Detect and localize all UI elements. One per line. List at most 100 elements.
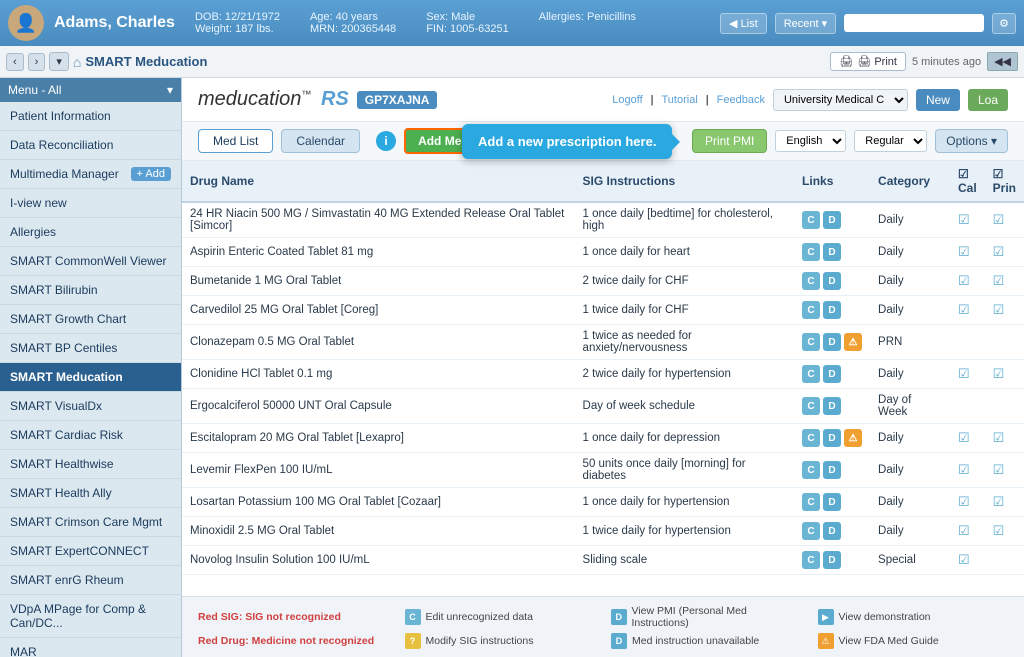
language-select[interactable]: English — [775, 130, 846, 152]
nav-print-btn[interactable]: 🖨 🖨 Print — [830, 52, 906, 71]
sidebar-item-mar[interactable]: MAR — [0, 638, 181, 657]
cal-cell[interactable]: ☑ — [950, 267, 985, 296]
sidebar-item-enrg[interactable]: SMART enrG Rheum — [0, 566, 181, 595]
link-c-icon[interactable]: C — [802, 493, 820, 511]
sidebar-item-health-ally[interactable]: SMART Health Ally — [0, 479, 181, 508]
cal-cell[interactable] — [950, 325, 985, 360]
sidebar-item-multimedia[interactable]: Multimedia Manager + Add — [0, 160, 181, 189]
print-cell[interactable] — [985, 325, 1024, 360]
sidebar-item-commonwell[interactable]: SMART CommonWell Viewer — [0, 247, 181, 276]
link-d-icon[interactable]: D — [823, 301, 841, 319]
tutorial-link[interactable]: Tutorial — [662, 94, 698, 106]
sidebar-add-button[interactable]: + Add — [131, 167, 171, 181]
sidebar-item-expertconnect[interactable]: SMART ExpertCONNECT — [0, 537, 181, 566]
sidebar-label: SMART Bilirubin — [10, 283, 98, 297]
cal-cell[interactable]: ☑ — [950, 546, 985, 575]
new-button[interactable]: New — [916, 89, 960, 111]
link-d-icon[interactable]: D — [823, 493, 841, 511]
print-cell[interactable] — [985, 389, 1024, 424]
link-d-icon[interactable]: D — [823, 522, 841, 540]
org-select[interactable]: University Medical C — [773, 89, 908, 111]
print-cell[interactable]: ☑ — [985, 517, 1024, 546]
link-warn-icon[interactable]: ⚠ — [844, 429, 862, 447]
link-c-icon[interactable]: C — [802, 461, 820, 479]
sidebar-item-bp-centiles[interactable]: SMART BP Centiles — [0, 334, 181, 363]
cal-cell[interactable]: ☑ — [950, 202, 985, 238]
logoff-link[interactable]: Logoff — [612, 94, 642, 106]
sig-cell: 2 twice daily for hypertension — [575, 360, 794, 389]
print-cell[interactable]: ☑ — [985, 360, 1024, 389]
header-action-btn[interactable]: ⚙ — [992, 13, 1016, 34]
link-c-icon[interactable]: C — [802, 429, 820, 447]
link-d-icon[interactable]: D — [823, 272, 841, 290]
link-warn-icon[interactable]: ⚠ — [844, 333, 862, 351]
sidebar-item-data-reconciliation[interactable]: Data Reconciliation — [0, 131, 181, 160]
sidebar-item-crimson[interactable]: SMART Crimson Care Mgmt — [0, 508, 181, 537]
options-button[interactable]: Options ▾ — [935, 129, 1008, 153]
link-c-icon[interactable]: C — [802, 272, 820, 290]
legend-red-sig-label: Red SIG: SIG not recognized — [198, 611, 341, 623]
sidebar-menu-header[interactable]: Menu - All ▾ — [0, 78, 181, 102]
sidebar-item-growth-chart[interactable]: SMART Growth Chart — [0, 305, 181, 334]
sidebar-item-visualdx[interactable]: SMART VisualDx — [0, 392, 181, 421]
link-d-icon[interactable]: D — [823, 551, 841, 569]
feedback-link[interactable]: Feedback — [717, 94, 765, 106]
print-cell[interactable] — [985, 546, 1024, 575]
patient-sex-group: Sex: Male FIN: 1005-63251 — [426, 11, 509, 35]
print-cell[interactable]: ☑ — [985, 453, 1024, 488]
sidebar-item-bilirubin[interactable]: SMART Bilirubin — [0, 276, 181, 305]
frequency-select[interactable]: Regular — [854, 130, 927, 152]
link-d-icon[interactable]: D — [823, 365, 841, 383]
cal-cell[interactable]: ☑ — [950, 488, 985, 517]
link-c-icon[interactable]: C — [802, 522, 820, 540]
cal-cell[interactable]: ☑ — [950, 296, 985, 325]
sidebar-menu-arrow: ▾ — [167, 83, 173, 97]
cal-cell[interactable]: ☑ — [950, 360, 985, 389]
sidebar-item-iview[interactable]: I-view new — [0, 189, 181, 218]
load-button[interactable]: Loa — [968, 89, 1008, 111]
link-d-icon[interactable]: D — [823, 397, 841, 415]
avatar: 👤 — [8, 5, 44, 41]
header-search-input[interactable] — [844, 14, 984, 32]
list-button[interactable]: ◀ List — [720, 13, 767, 34]
sig-cell: Sliding scale — [575, 546, 794, 575]
sidebar-item-allergies[interactable]: Allergies — [0, 218, 181, 247]
nav-home-btn[interactable]: ⌂ — [73, 54, 81, 70]
print-cell[interactable]: ☑ — [985, 267, 1024, 296]
link-c-icon[interactable]: C — [802, 551, 820, 569]
print-cell[interactable]: ☑ — [985, 296, 1024, 325]
tab-calendar[interactable]: Calendar — [281, 129, 360, 153]
sidebar-item-vdpa[interactable]: VDpA MPage for Comp & Can/DC... — [0, 595, 181, 638]
link-d-icon[interactable]: D — [823, 211, 841, 229]
nav-forward-btn[interactable]: › — [28, 53, 46, 71]
sidebar-item-healthwise[interactable]: SMART Healthwise — [0, 450, 181, 479]
sidebar-item-meducation[interactable]: SMART Meducation — [0, 363, 181, 392]
link-d-icon[interactable]: D — [823, 333, 841, 351]
print-cell[interactable]: ☑ — [985, 202, 1024, 238]
nav-back-btn[interactable]: ‹ — [6, 53, 24, 71]
link-d-icon[interactable]: D — [823, 243, 841, 261]
link-c-icon[interactable]: C — [802, 211, 820, 229]
link-c-icon[interactable]: C — [802, 301, 820, 319]
link-c-icon[interactable]: C — [802, 397, 820, 415]
link-c-icon[interactable]: C — [802, 365, 820, 383]
sidebar-item-patient-info[interactable]: Patient Information — [0, 102, 181, 131]
print-cell[interactable]: ☑ — [985, 488, 1024, 517]
link-c-icon[interactable]: C — [802, 333, 820, 351]
link-d-icon[interactable]: D — [823, 429, 841, 447]
cal-cell[interactable]: ☑ — [950, 453, 985, 488]
recent-button[interactable]: Recent ▾ — [775, 13, 836, 34]
print-cell[interactable]: ☑ — [985, 424, 1024, 453]
link-c-icon[interactable]: C — [802, 243, 820, 261]
nav-history-btn[interactable]: ▾ — [49, 52, 69, 71]
cal-cell[interactable] — [950, 389, 985, 424]
cal-cell[interactable]: ☑ — [950, 238, 985, 267]
tab-med-list[interactable]: Med List — [198, 129, 273, 153]
cal-cell[interactable]: ☑ — [950, 424, 985, 453]
link-d-icon[interactable]: D — [823, 461, 841, 479]
cal-cell[interactable]: ☑ — [950, 517, 985, 546]
print-pmi-button[interactable]: Print PMI — [692, 129, 767, 153]
nav-collapse-btn[interactable]: ◀◀ — [987, 52, 1018, 71]
sidebar-item-cardiac-risk[interactable]: SMART Cardiac Risk — [0, 421, 181, 450]
print-cell[interactable]: ☑ — [985, 238, 1024, 267]
